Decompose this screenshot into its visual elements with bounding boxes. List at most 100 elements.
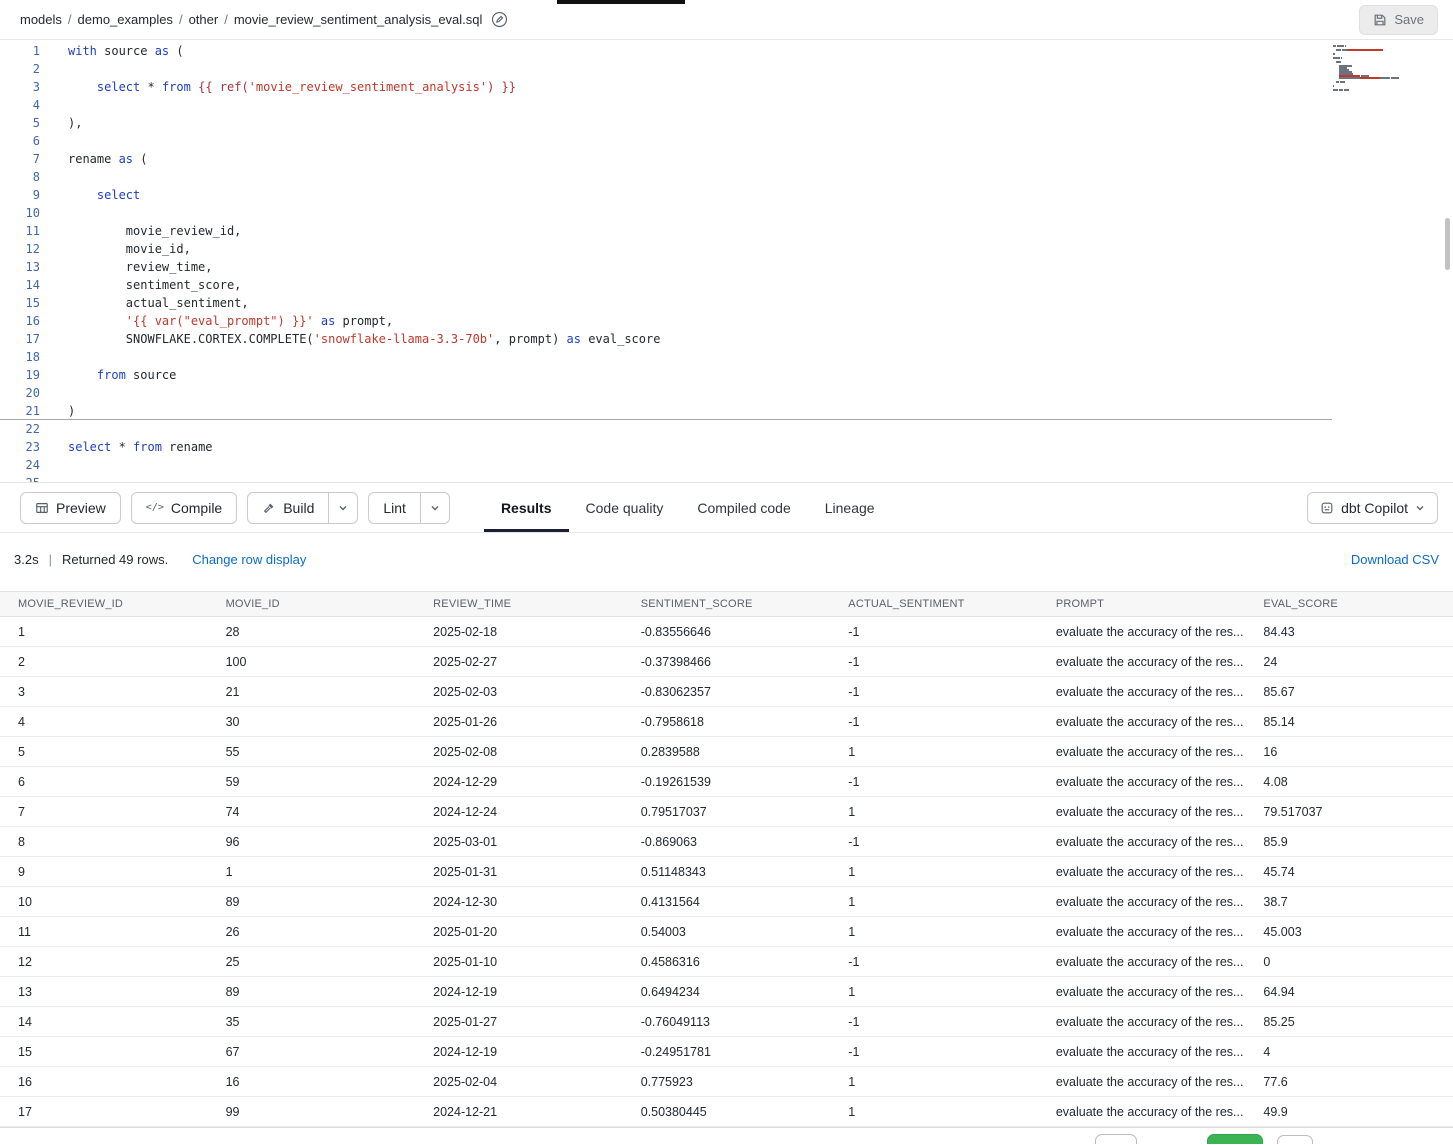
- code-line[interactable]: 6: [0, 132, 1453, 150]
- download-csv-link[interactable]: Download CSV: [1351, 552, 1439, 567]
- code-line[interactable]: 2: [0, 60, 1453, 78]
- build-dropdown-button[interactable]: [329, 492, 358, 524]
- table-cell: 85.14: [1245, 715, 1453, 729]
- minimap[interactable]: [1333, 45, 1433, 95]
- compile-button-label: Compile: [171, 500, 222, 516]
- prompt-text: evaluate the accuracy of the res...: [1056, 715, 1244, 729]
- table-cell: 4: [0, 715, 208, 729]
- line-number: 4: [0, 96, 40, 114]
- table-cell: 55: [208, 745, 416, 759]
- code-line[interactable]: 13 review_time,: [0, 258, 1453, 276]
- table-cell: 0.775923: [623, 1075, 831, 1089]
- table-cell: 2025-03-01: [415, 835, 623, 849]
- table-cell: 4: [1245, 1045, 1453, 1059]
- partial-button[interactable]: [1277, 1135, 1313, 1144]
- code-line[interactable]: 23select * from rename: [0, 438, 1453, 456]
- preview-button[interactable]: Preview: [20, 492, 121, 524]
- table-cell: 21: [208, 685, 416, 699]
- code-line[interactable]: 14 sentiment_score,: [0, 276, 1453, 294]
- lint-dropdown-button[interactable]: [421, 492, 450, 524]
- code-line[interactable]: 12 movie_id,: [0, 240, 1453, 258]
- prompt-text: evaluate the accuracy of the res...: [1056, 895, 1244, 909]
- prompt-text: evaluate the accuracy of the res...: [1056, 955, 1244, 969]
- table-cell: 99: [208, 1105, 416, 1119]
- column-header[interactable]: MOVIE_REVIEW_ID: [0, 598, 208, 610]
- lint-button[interactable]: Lint: [368, 492, 421, 524]
- line-number: 13: [0, 258, 40, 276]
- build-button-label: Build: [283, 500, 314, 516]
- table-cell: 2024-12-21: [415, 1105, 623, 1119]
- table-cell: 89: [208, 985, 416, 999]
- table-cell: evaluate the accuracy of the res...: [1038, 685, 1246, 699]
- code-line[interactable]: 24: [0, 456, 1453, 474]
- code-line[interactable]: 1with source as (: [0, 42, 1453, 60]
- breadcrumb-segment[interactable]: demo_examples: [78, 12, 173, 27]
- line-number: 6: [0, 132, 40, 150]
- editor-scrollbar[interactable]: [1445, 218, 1450, 270]
- table-cell: 64.94: [1245, 985, 1453, 999]
- table-cell: 2025-02-27: [415, 655, 623, 669]
- column-header[interactable]: PROMPT: [1038, 598, 1246, 610]
- table-cell: 74: [208, 805, 416, 819]
- compile-button[interactable]: </> Compile: [131, 492, 237, 524]
- code-line[interactable]: 5),: [0, 114, 1453, 132]
- code-line[interactable]: 18: [0, 348, 1453, 366]
- code-line[interactable]: 8: [0, 168, 1453, 186]
- breadcrumb-segment[interactable]: other: [189, 12, 219, 27]
- code-line[interactable]: 17 SNOWFLAKE.CORTEX.COMPLETE('snowflake-…: [0, 330, 1453, 348]
- table-cell: 2024-12-24: [415, 805, 623, 819]
- prompt-text: evaluate the accuracy of the res...: [1056, 1015, 1244, 1029]
- code-text: sentiment_score,: [68, 276, 241, 294]
- dbt-copilot-label: dbt Copilot: [1341, 500, 1408, 516]
- code-line[interactable]: 21): [0, 402, 1332, 420]
- table-cell: 5: [0, 745, 208, 759]
- prompt-text: evaluate the accuracy of the res...: [1056, 745, 1244, 759]
- tab-results[interactable]: Results: [484, 483, 569, 532]
- code-line[interactable]: 3 select * from {{ ref('movie_review_sen…: [0, 78, 1453, 96]
- table-cell: 16: [208, 1075, 416, 1089]
- tab-lineage[interactable]: Lineage: [808, 483, 892, 532]
- change-row-display-link[interactable]: Change row display: [192, 552, 306, 567]
- code-line[interactable]: 25: [0, 474, 1453, 483]
- code-line[interactable]: 20: [0, 384, 1453, 402]
- code-text: with source as (: [68, 42, 184, 60]
- column-header[interactable]: REVIEW_TIME: [415, 598, 623, 610]
- code-line[interactable]: 15 actual_sentiment,: [0, 294, 1453, 312]
- breadcrumb-segment[interactable]: movie_review_sentiment_analysis_eval.sql: [234, 12, 483, 27]
- tab-code-quality[interactable]: Code quality: [569, 483, 681, 532]
- code-line[interactable]: 10: [0, 204, 1453, 222]
- table-cell: 1: [208, 865, 416, 879]
- line-number: 12: [0, 240, 40, 258]
- table-cell: 14: [0, 1015, 208, 1029]
- code-line[interactable]: 16 '{{ var("eval_prompt") }}' as prompt,: [0, 312, 1453, 330]
- column-header[interactable]: ACTUAL_SENTIMENT: [830, 598, 1038, 610]
- code-line[interactable]: 7rename as (: [0, 150, 1453, 168]
- column-header[interactable]: EVAL_SCORE: [1245, 598, 1453, 610]
- partial-button[interactable]: [1095, 1134, 1137, 1144]
- table-cell: evaluate the accuracy of the res...: [1038, 895, 1246, 909]
- column-header[interactable]: MOVIE_ID: [208, 598, 416, 610]
- code-line[interactable]: 9 select: [0, 186, 1453, 204]
- prompt-text: evaluate the accuracy of the res...: [1056, 925, 1244, 939]
- line-number: 5: [0, 114, 40, 132]
- table-cell: 24: [1245, 655, 1453, 669]
- dbt-copilot-button[interactable]: dbt Copilot: [1307, 492, 1438, 524]
- line-number: 19: [0, 366, 40, 384]
- partial-green-button[interactable]: [1207, 1134, 1263, 1144]
- code-line[interactable]: 22: [0, 420, 1453, 438]
- table-cell: 2025-02-04: [415, 1075, 623, 1089]
- code-line[interactable]: 11 movie_review_id,: [0, 222, 1453, 240]
- save-button[interactable]: Save: [1359, 5, 1438, 35]
- prompt-text: evaluate the accuracy of the res...: [1056, 1105, 1244, 1119]
- breadcrumb-segment[interactable]: models: [20, 12, 62, 27]
- column-header[interactable]: SENTIMENT_SCORE: [623, 598, 831, 610]
- code-line[interactable]: 19 from source: [0, 366, 1453, 384]
- build-button[interactable]: Build: [247, 492, 329, 524]
- results-table: MOVIE_REVIEW_IDMOVIE_IDREVIEW_TIMESENTIM…: [0, 591, 1453, 1127]
- lint-button-label: Lint: [383, 500, 406, 516]
- tab-compiled-code[interactable]: Compiled code: [680, 483, 807, 532]
- code-line[interactable]: 4: [0, 96, 1453, 114]
- table-cell: 100: [208, 655, 416, 669]
- table-cell: 15: [0, 1045, 208, 1059]
- status-separator: |: [49, 552, 52, 567]
